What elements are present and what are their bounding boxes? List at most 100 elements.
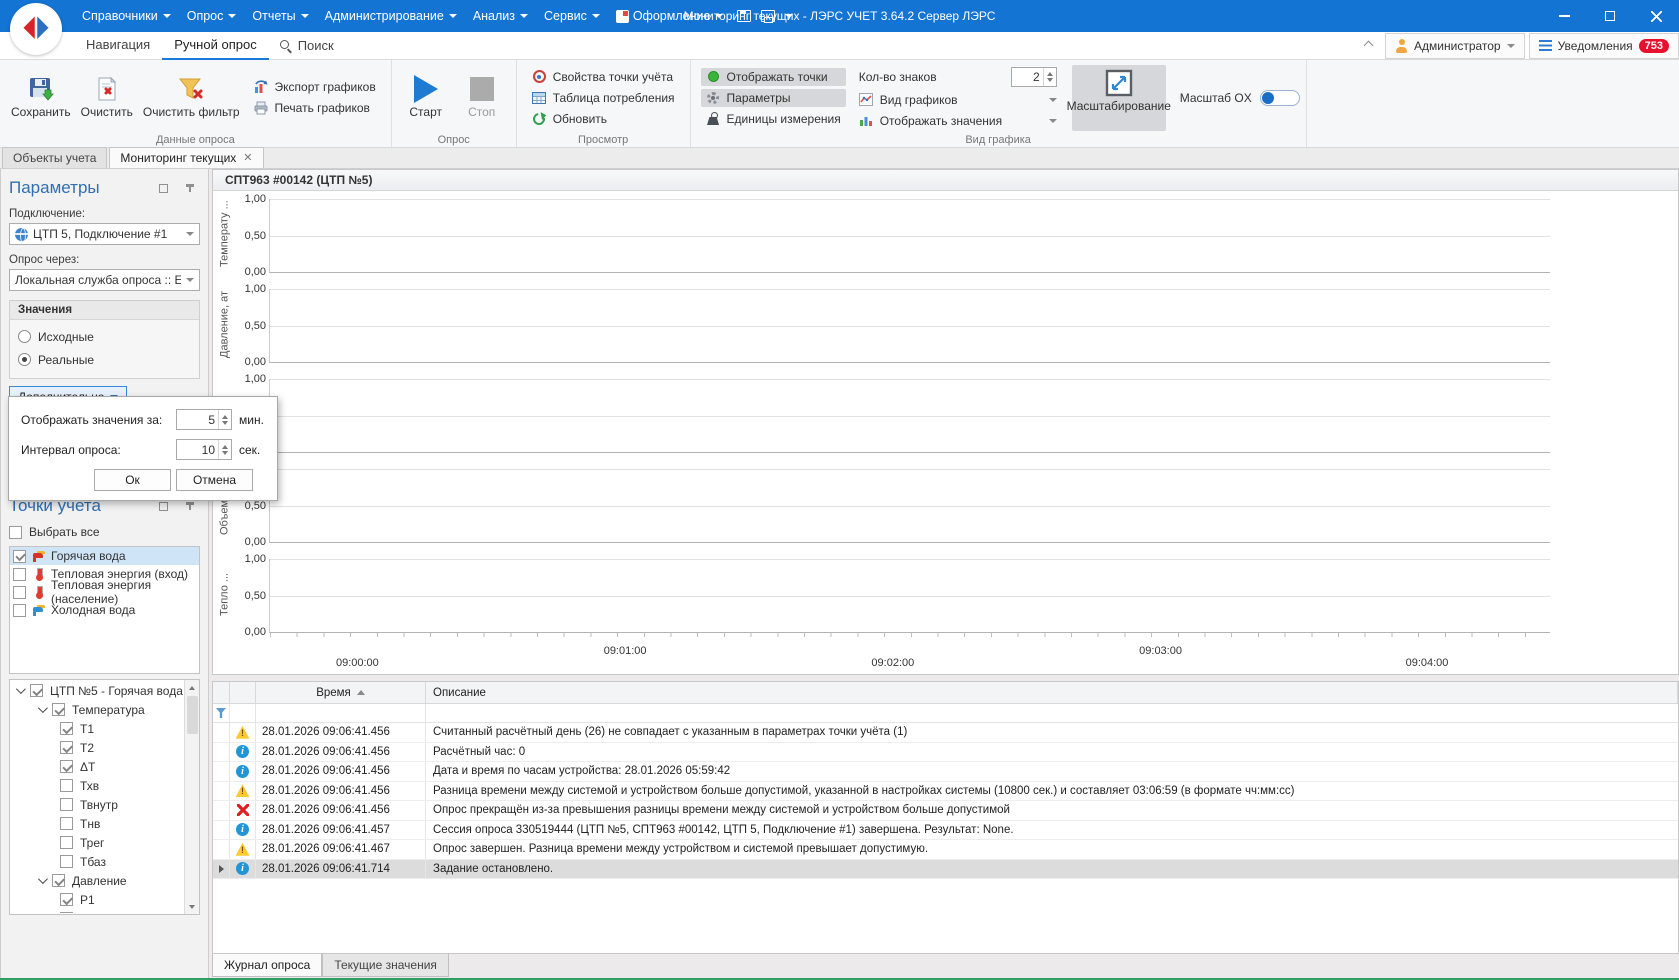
tree-scrollbar[interactable] bbox=[184, 680, 199, 914]
start-button[interactable]: Старт bbox=[398, 71, 454, 124]
log-row[interactable]: 28.01.2026 09:06:41.467 Опрос завершен. … bbox=[213, 840, 1678, 860]
checkbox[interactable] bbox=[60, 912, 73, 913]
user-menu-button[interactable]: Администратор bbox=[1385, 33, 1525, 59]
checkbox[interactable] bbox=[60, 779, 73, 792]
up-arrow-icon[interactable] bbox=[1047, 72, 1053, 76]
down-arrow-icon[interactable] bbox=[222, 421, 228, 425]
filter-funnel-icon[interactable] bbox=[216, 708, 226, 718]
checkbox[interactable] bbox=[60, 893, 73, 906]
checkbox[interactable] bbox=[60, 760, 73, 773]
tree-row[interactable]: Давление bbox=[11, 871, 183, 890]
scroll-up-icon[interactable] bbox=[185, 680, 199, 695]
connection-select[interactable]: ЦТП 5, Подключение #1 bbox=[9, 223, 200, 245]
quick-print-icon[interactable] bbox=[761, 10, 775, 22]
select-all-row[interactable]: Выбрать все bbox=[9, 523, 200, 541]
filter-description-cell[interactable] bbox=[426, 704, 1678, 722]
plot-area[interactable]: 1,00 0,50 0,00 bbox=[269, 469, 1550, 543]
point-list-item[interactable]: Тепловая энергия (население) bbox=[10, 583, 199, 601]
cancel-button[interactable]: Отмена bbox=[176, 469, 253, 491]
clear-filter-button[interactable]: Очистить фильтр bbox=[138, 71, 245, 124]
point-list-item[interactable]: Горячая вода bbox=[10, 547, 199, 565]
quick-save-icon[interactable] bbox=[737, 10, 751, 22]
parameters-button[interactable]: Параметры bbox=[701, 89, 846, 107]
document-tab[interactable]: Мониторинг текущих ✕ bbox=[109, 147, 263, 168]
plot-area[interactable]: 1,00 0,50 0,00 bbox=[269, 559, 1550, 633]
value-stepper[interactable]: 10 bbox=[176, 439, 232, 460]
log-description-column-header[interactable]: Описание bbox=[426, 682, 1678, 703]
search-box[interactable]: Поиск bbox=[279, 38, 334, 53]
log-row[interactable]: 28.01.2026 09:06:41.457 Сессия опроса 33… bbox=[213, 821, 1678, 841]
tree-row[interactable]: Твнутр bbox=[11, 795, 183, 814]
plot-area[interactable]: 1,00 0,50 0,00 bbox=[269, 289, 1550, 363]
down-arrow-icon[interactable] bbox=[1047, 78, 1053, 82]
tree-row[interactable]: Р1 bbox=[11, 890, 183, 909]
scrollbar-thumb[interactable] bbox=[187, 696, 198, 734]
log-time-column-header[interactable]: Время bbox=[256, 682, 426, 703]
poll-via-select[interactable]: Локальная служба опроса :: Eth... bbox=[9, 269, 200, 291]
checkbox[interactable] bbox=[30, 684, 43, 697]
down-arrow-icon[interactable] bbox=[222, 451, 228, 455]
checkbox[interactable] bbox=[13, 604, 26, 617]
clear-button[interactable]: Очистить bbox=[76, 71, 138, 124]
value-stepper[interactable]: 5 bbox=[176, 409, 232, 430]
log-row[interactable]: 28.01.2026 09:06:41.456 Расчётный час: 0 bbox=[213, 743, 1678, 763]
consumption-table-button[interactable]: Таблица потребления bbox=[527, 89, 680, 107]
checkbox[interactable] bbox=[60, 836, 73, 849]
menu-item[interactable]: Опрос bbox=[179, 5, 245, 27]
tree-row[interactable]: Т1 bbox=[11, 719, 183, 738]
tree-row[interactable]: Тхв bbox=[11, 776, 183, 795]
plot-area[interactable]: 1,00 0,50 0,00 bbox=[269, 199, 1550, 273]
collapse-ribbon-button[interactable] bbox=[1355, 39, 1381, 52]
log-row[interactable]: 28.01.2026 09:06:41.456 Опрос прекращён … bbox=[213, 801, 1678, 821]
restore-button[interactable] bbox=[1587, 0, 1633, 32]
print-charts-button[interactable]: Печать графиков bbox=[249, 99, 381, 117]
log-row[interactable]: 28.01.2026 09:06:41.456 Считанный расчёт… bbox=[213, 723, 1678, 743]
stepper-value[interactable]: 5 bbox=[177, 410, 218, 429]
plot-area[interactable]: 1,00 0,50 0,00 bbox=[269, 379, 1550, 453]
tree-row[interactable]: ЦТП №5 - Горячая вода bbox=[11, 681, 183, 700]
save-button[interactable]: Сохранить bbox=[6, 71, 76, 124]
menu-item[interactable]: Администрирование bbox=[317, 5, 465, 27]
maximize-panel-icon[interactable] bbox=[159, 502, 168, 511]
units-button[interactable]: Единицы измерения bbox=[701, 110, 846, 128]
stepper-arrows[interactable] bbox=[1043, 68, 1056, 86]
close-button[interactable] bbox=[1633, 0, 1679, 32]
up-arrow-icon[interactable] bbox=[222, 415, 228, 419]
log-row[interactable]: 28.01.2026 09:06:41.456 Дата и время по … bbox=[213, 762, 1678, 782]
menu-item[interactable]: Сервис bbox=[536, 5, 608, 27]
menu-item[interactable]: Справочники bbox=[74, 5, 179, 27]
chevron-down-icon[interactable] bbox=[16, 684, 26, 694]
scale-ox-toggle[interactable] bbox=[1260, 90, 1300, 106]
maximize-panel-icon[interactable] bbox=[159, 184, 168, 193]
checkbox[interactable] bbox=[60, 741, 73, 754]
menu-item[interactable]: Анализ bbox=[465, 5, 536, 27]
refresh-button[interactable]: Обновить bbox=[527, 110, 680, 128]
log-row[interactable]: 28.01.2026 09:06:41.714 Задание остановл… bbox=[213, 860, 1678, 880]
qat-chevron-down-icon[interactable] bbox=[785, 14, 793, 18]
checkbox[interactable] bbox=[52, 874, 65, 887]
ribbon-tab[interactable]: Ручной опрос bbox=[162, 32, 268, 60]
ribbon-tab[interactable]: Навигация bbox=[74, 32, 162, 60]
filter-cell[interactable] bbox=[230, 704, 256, 722]
radio-icon[interactable] bbox=[18, 353, 31, 366]
log-filter-row[interactable] bbox=[213, 704, 1678, 723]
up-arrow-icon[interactable] bbox=[222, 445, 228, 449]
tree-row[interactable]: Т2 bbox=[11, 738, 183, 757]
checkbox[interactable] bbox=[52, 703, 65, 716]
tree-row[interactable]: Температура bbox=[11, 700, 183, 719]
digits-stepper[interactable]: 2 bbox=[1011, 67, 1057, 87]
stepper-arrows[interactable] bbox=[218, 440, 231, 459]
checkbox[interactable] bbox=[13, 586, 26, 599]
checkbox[interactable] bbox=[60, 722, 73, 735]
checkbox[interactable] bbox=[13, 550, 26, 563]
close-tab-icon[interactable]: ✕ bbox=[243, 153, 252, 164]
pin-icon[interactable] bbox=[186, 502, 194, 510]
checkbox[interactable] bbox=[60, 817, 73, 830]
minimize-button[interactable] bbox=[1541, 0, 1587, 32]
bottom-tab[interactable]: Журнал опроса bbox=[212, 954, 322, 977]
checkbox[interactable] bbox=[60, 798, 73, 811]
chevron-down-icon[interactable] bbox=[38, 874, 48, 884]
tree-row[interactable]: Р2 bbox=[11, 909, 183, 913]
checkbox[interactable] bbox=[60, 855, 73, 868]
log-row[interactable]: 28.01.2026 09:06:41.456 Разница времени … bbox=[213, 782, 1678, 802]
